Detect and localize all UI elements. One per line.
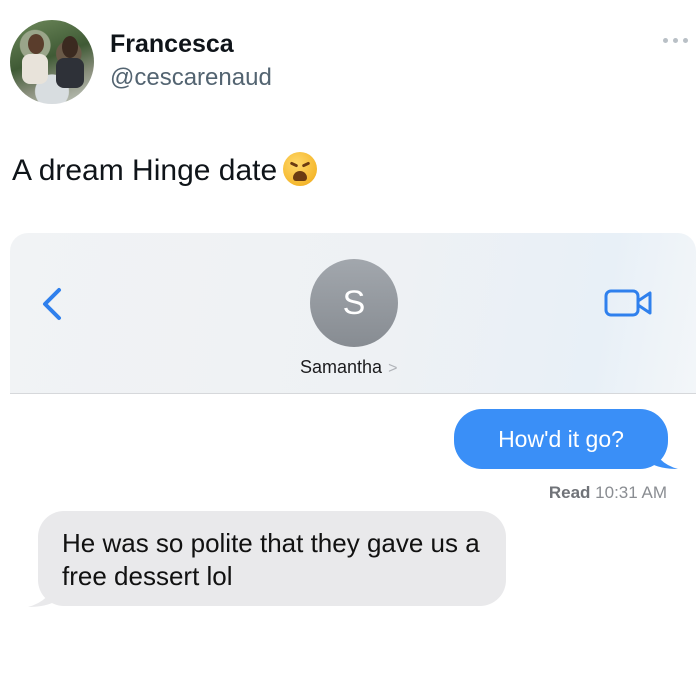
video-call-icon[interactable] [604,288,654,318]
messages-screenshot: S Samantha > How'd it go? Read 10:31 AM H… [10,233,698,700]
contact-name-label: Samantha [300,357,383,377]
read-receipt: Read 10:31 AM [549,483,667,503]
tweet-text: A dream Hinge date [12,152,318,188]
avatar-person-body [56,58,84,88]
avatar-person [28,34,44,54]
user-handle[interactable]: @cescarenaud [110,64,272,92]
avatar-person [62,36,78,58]
read-label: Read [548,483,591,502]
contact-initial: S [342,283,366,322]
incoming-bubble-tail [28,581,56,607]
back-chevron-icon[interactable] [38,287,68,321]
tweet-header: Francesca @cescarenaud [0,0,700,110]
more-options-icon[interactable] [663,38,689,46]
display-name[interactable]: Francesca [110,30,234,59]
outgoing-message-bubble[interactable]: How'd it go? [454,409,668,469]
messages-nav-bar: S Samantha > [10,233,696,394]
contact-avatar[interactable]: S [310,259,398,347]
tweet-body: A dream Hinge date [12,154,278,187]
outgoing-bubble-tail [650,441,678,469]
incoming-message-text: He was so polite that they gave us a fre… [62,528,480,591]
weary-face-icon [283,152,318,186]
read-time: 10:31 AM [595,483,667,502]
outgoing-message-text: How'd it go? [498,425,624,452]
chevron-right-icon: > [388,360,398,377]
contact-name[interactable]: Samantha > [300,357,397,378]
profile-avatar[interactable] [10,20,94,104]
incoming-message-bubble[interactable]: He was so polite that they gave us a fre… [38,511,506,606]
avatar-person-body [22,54,48,84]
